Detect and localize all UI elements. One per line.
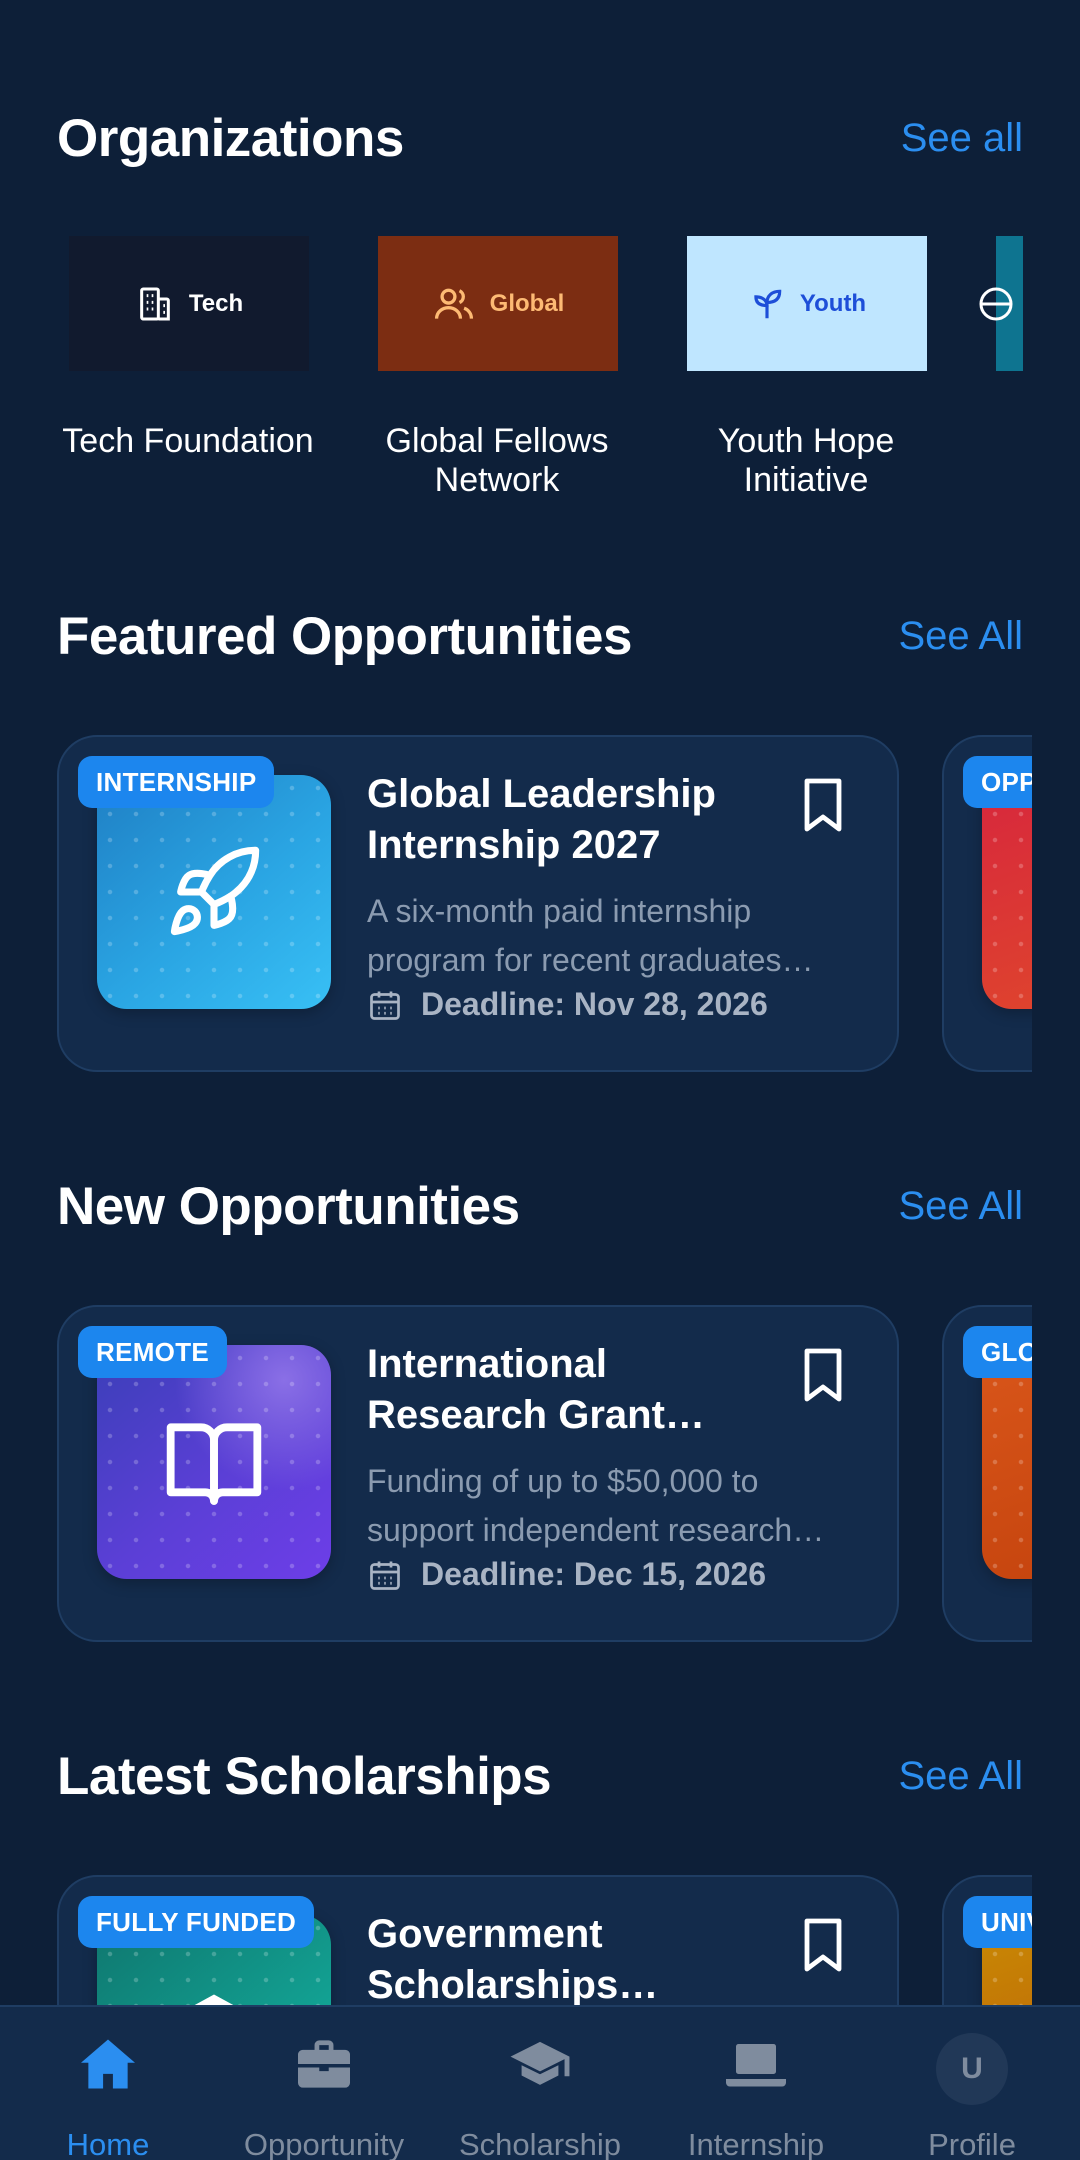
org-logo-text: Tech <box>188 289 244 317</box>
org-name: Tech Foundation <box>62 422 314 460</box>
nav-item-profile[interactable]: U Profile <box>864 2007 1080 2160</box>
org-logo <box>979 236 1023 371</box>
opportunity-card-peek[interactable]: OPPORTUNITY <box>942 735 1032 1072</box>
deadline-text: Deadline: Nov 28, 2026 <box>421 986 768 1022</box>
new-opportunities-carousel[interactable]: REMOTE International Research Grant… Fun… <box>0 1305 1032 1649</box>
avatar: U <box>936 2033 1008 2105</box>
category-badge: FULLY FUNDED <box>78 1896 315 1948</box>
bookmark-icon[interactable] <box>799 1917 847 1973</box>
card-title: Government Scholarships… <box>367 1912 659 2005</box>
opportunity-card[interactable]: REMOTE International Research Grant… Fun… <box>57 1305 899 1642</box>
nav-label: Scholarship <box>459 2127 621 2160</box>
section-title: Latest Scholarships <box>57 1747 552 1806</box>
card-description: A six-month paid internship program for … <box>367 893 814 978</box>
bookmark-icon[interactable] <box>799 1347 847 1403</box>
featured-carousel[interactable]: INTERNSHIP Global Leadership Internship … <box>0 735 1032 1079</box>
nav-item-home[interactable]: Home <box>0 2007 216 2160</box>
briefcase-icon <box>298 2040 350 2088</box>
graduation-cap-icon <box>510 2041 570 2085</box>
see-all-scholarships-link[interactable]: See All <box>898 1754 1023 1799</box>
section-title: Featured Opportunities <box>57 607 632 666</box>
nav-label: Profile <box>928 2127 1016 2160</box>
category-badge: OPPORTUNITY <box>963 756 1032 808</box>
rocket-icon <box>170 846 260 936</box>
card-thumbnail <box>982 775 1032 1009</box>
card-title: International Research Grant… <box>367 1342 705 1437</box>
laptop-icon <box>726 2044 786 2087</box>
category-badge: INTERNSHIP <box>78 756 275 808</box>
category-badge: GLOBAL <box>963 1326 1032 1378</box>
new-opportunities-header: New Opportunities See All <box>57 1176 1023 1237</box>
sprout-icon <box>754 289 782 318</box>
organizations-carousel[interactable]: Tech Tech Foundation Global Global Fello… <box>0 236 1023 526</box>
section-title: New Opportunities <box>57 1177 520 1236</box>
see-all-featured-link[interactable]: See All <box>898 614 1023 659</box>
scholarships-header: Latest Scholarships See All <box>57 1746 1023 1807</box>
users-icon <box>434 288 473 319</box>
calendar-icon <box>370 1561 400 1590</box>
card-thumbnail <box>982 1345 1032 1579</box>
scholarships-carousel[interactable]: FULLY FUNDED Government Scholarships… UN… <box>0 1875 1032 2005</box>
nav-label: Opportunity <box>243 2127 405 2160</box>
card-deadline: Deadline: Dec 15, 2026 <box>367 1556 766 1593</box>
home-icon <box>81 2039 135 2089</box>
nav-label: Home <box>66 2127 150 2160</box>
org-logo: Global <box>378 236 618 371</box>
globe-icon <box>979 287 1013 320</box>
category-badge: REMOTE <box>78 1326 228 1378</box>
book-open-icon <box>166 1423 262 1505</box>
organizations-header: Organizations See all <box>57 108 1023 169</box>
see-all-organizations-link[interactable]: See all <box>901 116 1023 161</box>
building-icon <box>140 287 170 320</box>
org-logo: Youth <box>687 236 927 371</box>
nav-label: Internship <box>687 2127 825 2160</box>
card-deadline: Deadline: Nov 28, 2026 <box>367 986 768 1023</box>
org-logo: Tech <box>69 236 309 371</box>
scholarship-card-peek[interactable]: UNIVERSITY <box>942 1875 1032 2005</box>
nav-item-opportunity[interactable]: Opportunity <box>216 2007 432 2160</box>
org-name: Global Fellows Network <box>385 422 609 499</box>
category-badge: UNIVERSITY <box>963 1896 1032 1948</box>
org-name: Youth Hope Initiative <box>717 422 895 499</box>
calendar-icon <box>370 991 400 1020</box>
section-title: Organizations <box>57 109 404 168</box>
nav-item-scholarship[interactable]: Scholarship <box>432 2007 648 2160</box>
deadline-text: Deadline: Dec 15, 2026 <box>421 1556 767 1592</box>
org-logo-text: Global <box>489 289 565 317</box>
bottom-nav-bar: Home Opportunity Scholarship Internship … <box>0 2005 1080 2160</box>
card-thumbnail <box>97 1345 331 1579</box>
card-title: Global Leadership Internship 2027 <box>367 772 716 867</box>
nav-item-internship[interactable]: Internship <box>648 2007 864 2160</box>
card-thumbnail <box>97 775 331 1009</box>
opportunity-card[interactable]: INTERNSHIP Global Leadership Internship … <box>57 735 899 1072</box>
home-scroll-view[interactable]: Organizations See all Tech Tech Foundati… <box>0 0 1080 2005</box>
graduation-cap-icon <box>194 1994 234 2005</box>
opportunity-card-peek[interactable]: GLOBAL <box>942 1305 1032 1642</box>
card-description: Funding of up to $50,000 to support inde… <box>367 1463 825 1548</box>
see-all-new-link[interactable]: See All <box>898 1184 1023 1229</box>
featured-header: Featured Opportunities See All <box>57 606 1023 667</box>
scholarship-card[interactable]: FULLY FUNDED Government Scholarships… <box>57 1875 899 2005</box>
org-logo-text: Youth <box>799 289 867 317</box>
bookmark-icon[interactable] <box>799 777 847 833</box>
